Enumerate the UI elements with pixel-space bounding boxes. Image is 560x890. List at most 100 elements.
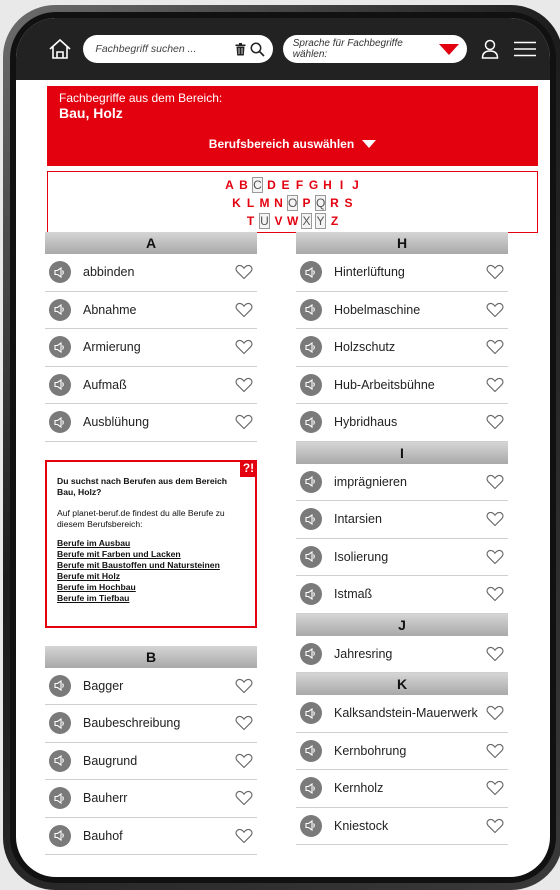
career-link[interactable]: Berufe im Ausbau [57, 538, 245, 549]
glossary-term[interactable]: Kernholz [334, 781, 486, 795]
glossary-item[interactable]: abbinden [45, 254, 257, 292]
speaker-icon[interactable] [300, 411, 322, 434]
alphabet-letter-f[interactable]: F [294, 178, 305, 192]
glossary-term[interactable]: Hybridhaus [334, 415, 486, 429]
alphabet-letter-r[interactable]: R [329, 196, 340, 210]
speaker-icon[interactable] [49, 787, 71, 810]
user-icon[interactable] [477, 35, 502, 63]
heart-icon[interactable] [486, 780, 504, 796]
glossary-term[interactable]: Bagger [83, 679, 235, 693]
alphabet-letter-m[interactable]: M [259, 196, 270, 210]
glossary-term[interactable]: Hinterlüftung [334, 265, 486, 279]
speaker-icon[interactable] [49, 749, 71, 772]
glossary-item[interactable]: imprägnieren [296, 464, 508, 501]
speaker-icon[interactable] [49, 261, 71, 284]
glossary-item[interactable]: Baugrund [45, 743, 257, 780]
glossary-item[interactable]: Istmaß [296, 576, 508, 614]
glossary-item[interactable]: Bauhof [45, 818, 257, 855]
glossary-term[interactable]: Kernbohrung [334, 744, 486, 758]
search-input[interactable] [95, 43, 235, 55]
alphabet-letter-k[interactable]: K [231, 196, 242, 210]
heart-icon[interactable] [486, 511, 504, 527]
glossary-item[interactable]: Aufmaß [45, 367, 257, 404]
glossary-term[interactable]: Intarsien [334, 512, 486, 526]
career-link[interactable]: Berufe im Tiefbau [57, 593, 245, 604]
heart-icon[interactable] [235, 339, 253, 355]
glossary-term[interactable]: imprägnieren [334, 475, 486, 489]
glossary-term[interactable]: Ausblühung [83, 415, 235, 429]
heart-icon[interactable] [486, 264, 504, 280]
glossary-term[interactable]: Aufmaß [83, 378, 235, 392]
speaker-icon[interactable] [49, 298, 71, 321]
trash-icon[interactable] [235, 42, 246, 56]
speaker-icon[interactable] [300, 545, 322, 568]
heart-icon[interactable] [486, 339, 504, 355]
alphabet-letter-l[interactable]: L [245, 196, 256, 210]
home-icon[interactable] [46, 35, 73, 63]
speaker-icon[interactable] [300, 777, 322, 800]
glossary-term[interactable]: Baugrund [83, 754, 235, 768]
glossary-item[interactable]: Hobelmaschine [296, 292, 508, 329]
glossary-item[interactable]: Ausblühung [45, 404, 257, 442]
glossary-item[interactable]: Kernholz [296, 770, 508, 808]
speaker-icon[interactable] [49, 824, 71, 847]
glossary-item[interactable]: Hinterlüftung [296, 254, 508, 292]
search-icon[interactable] [250, 42, 265, 57]
menu-icon[interactable] [513, 35, 538, 63]
heart-icon[interactable] [235, 753, 253, 769]
alphabet-letter-d[interactable]: D [266, 178, 277, 192]
glossary-item[interactable]: Armierung [45, 329, 257, 367]
glossary-item[interactable]: Hybridhaus [296, 404, 508, 442]
glossary-item[interactable]: Kernbohrung [296, 733, 508, 770]
glossary-term[interactable]: Hub-Arbeitsbühne [334, 378, 486, 392]
alphabet-letter-p[interactable]: P [301, 196, 312, 210]
speaker-icon[interactable] [300, 470, 322, 493]
alphabet-letter-b[interactable]: B [238, 178, 249, 192]
heart-icon[interactable] [235, 302, 253, 318]
alphabet-letter-v[interactable]: V [273, 214, 284, 228]
glossary-term[interactable]: Bauhof [83, 829, 235, 843]
heart-icon[interactable] [486, 705, 504, 721]
glossary-term[interactable]: Kalksandstein-Mauerwerk [334, 706, 486, 720]
glossary-item[interactable]: Bauherr [45, 780, 257, 818]
speaker-icon[interactable] [300, 508, 322, 531]
glossary-item[interactable]: Abnahme [45, 292, 257, 329]
glossary-item[interactable]: Bagger [45, 668, 257, 705]
glossary-term[interactable]: Abnahme [83, 303, 235, 317]
heart-icon[interactable] [235, 377, 253, 393]
heart-icon[interactable] [235, 715, 253, 731]
alphabet-letter-i[interactable]: I [336, 178, 347, 192]
career-link[interactable]: Berufe mit Holz [57, 571, 245, 582]
speaker-icon[interactable] [300, 583, 322, 606]
glossary-item[interactable]: Jahresring [296, 636, 508, 673]
glossary-term[interactable]: Isolierung [334, 550, 486, 564]
alphabet-letter-e[interactable]: E [280, 178, 291, 192]
alphabet-letter-t[interactable]: T [245, 214, 256, 228]
glossary-item[interactable]: Baubeschreibung [45, 705, 257, 743]
glossary-item[interactable]: Hub-Arbeitsbühne [296, 367, 508, 404]
speaker-icon[interactable] [300, 642, 322, 665]
glossary-term[interactable]: Kniestock [334, 819, 486, 833]
language-select[interactable]: Sprache für Fachbegriffe wählen: [282, 35, 468, 63]
speaker-icon[interactable] [49, 336, 71, 359]
alphabet-letter-h[interactable]: H [322, 178, 333, 192]
glossary-term[interactable]: Bauherr [83, 791, 235, 805]
glossary-item[interactable]: Kniestock [296, 808, 508, 845]
glossary-item[interactable]: Intarsien [296, 501, 508, 539]
glossary-term[interactable]: Jahresring [334, 647, 486, 661]
heart-icon[interactable] [235, 414, 253, 430]
heart-icon[interactable] [486, 549, 504, 565]
career-link[interactable]: Berufe mit Baustoffen und Natursteinen [57, 560, 245, 571]
heart-icon[interactable] [486, 377, 504, 393]
alphabet-letter-g[interactable]: G [308, 178, 319, 192]
alphabet-letter-w[interactable]: W [287, 214, 298, 228]
glossary-item[interactable]: Isolierung [296, 539, 508, 576]
glossary-term[interactable]: Armierung [83, 340, 235, 354]
heart-icon[interactable] [486, 646, 504, 662]
glossary-item[interactable]: Holzschutz [296, 329, 508, 367]
heart-icon[interactable] [486, 586, 504, 602]
glossary-term[interactable]: Istmaß [334, 587, 486, 601]
alphabet-letter-j[interactable]: J [350, 178, 361, 192]
speaker-icon[interactable] [300, 739, 322, 762]
heart-icon[interactable] [235, 828, 253, 844]
